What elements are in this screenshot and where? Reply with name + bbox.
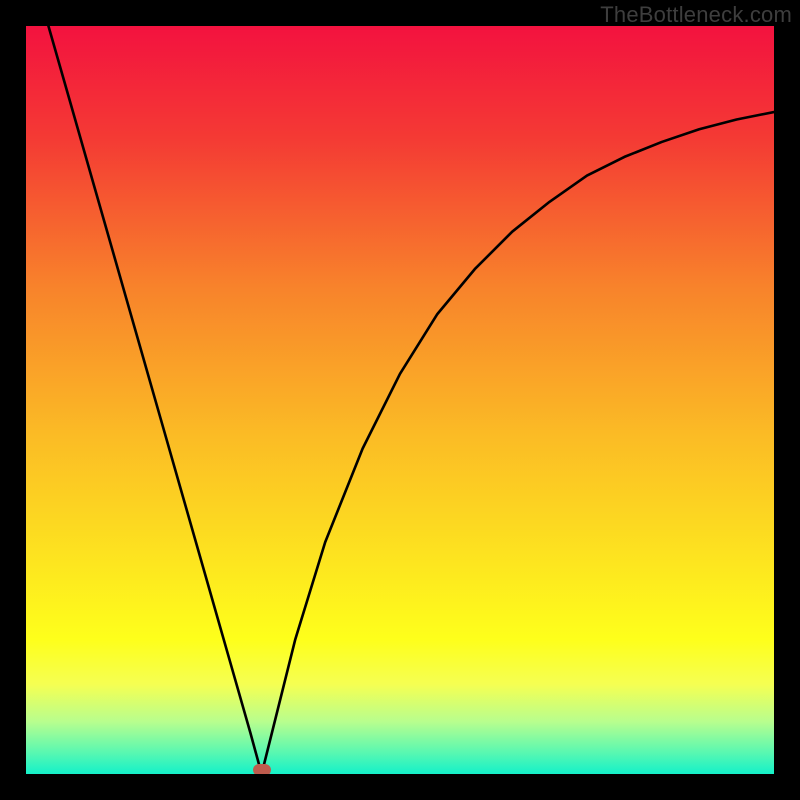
chart-frame: TheBottleneck.com — [0, 0, 800, 800]
watermark-text: TheBottleneck.com — [600, 2, 792, 28]
min-marker — [253, 764, 271, 774]
plot-area — [26, 26, 774, 774]
bottleneck-curve — [26, 26, 774, 774]
